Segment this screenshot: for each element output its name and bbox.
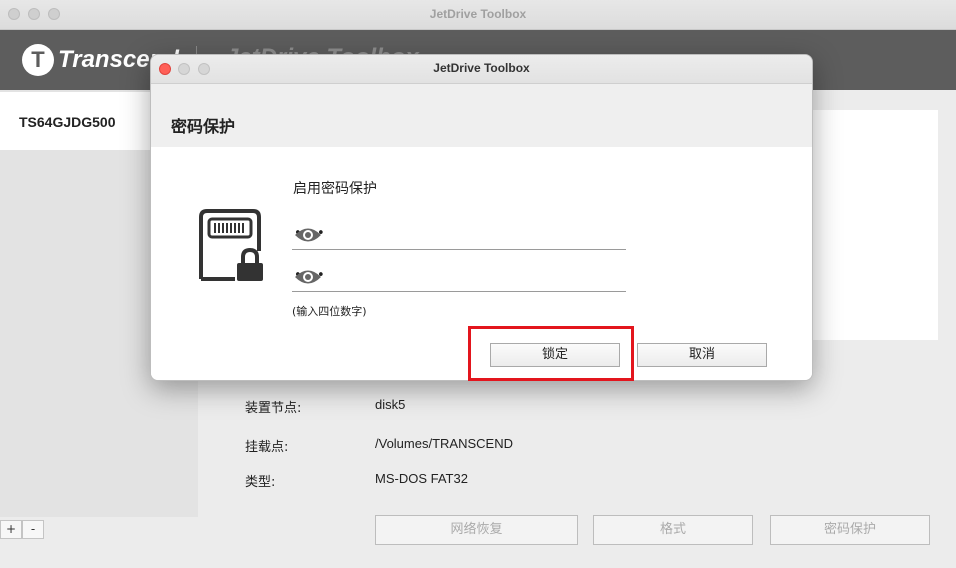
show-confirm-password-eye-icon[interactable]: [294, 268, 624, 290]
dialog-heading: 密码保护: [171, 117, 236, 136]
info-value-node: disk5: [375, 397, 406, 412]
remove-device-button[interactable]: -: [22, 520, 44, 539]
enable-password-label: 启用密码保护: [293, 181, 377, 197]
dialog-title: JetDrive Toolbox: [433, 61, 530, 75]
password-hint: (输入四位数字): [292, 305, 367, 318]
window-title: JetDrive Toolbox: [429, 7, 527, 21]
format-button[interactable]: 格式: [593, 515, 753, 545]
password-protect-button[interactable]: 密码保护: [770, 515, 930, 545]
device-name: TS64GJDG500: [19, 114, 116, 130]
password-field[interactable]: ••••: [292, 223, 626, 250]
info-label-type: 类型:: [245, 475, 276, 490]
info-label-node: 装置节点:: [245, 401, 302, 416]
info-value-mount: /Volumes/TRANSCEND: [375, 436, 513, 451]
confirm-password-field[interactable]: ••••: [292, 265, 626, 292]
add-device-button[interactable]: +: [0, 520, 22, 539]
lock-drive-icon: [195, 207, 267, 285]
cancel-button[interactable]: 取消: [637, 343, 767, 367]
window-titlebar: JetDrive Toolbox: [0, 0, 956, 30]
transcend-logo-icon: T: [22, 44, 54, 76]
highlight-box: [468, 326, 634, 381]
show-password-eye-icon[interactable]: [294, 226, 624, 248]
info-label-mount: 挂载点:: [245, 440, 289, 455]
info-value-type: MS-DOS FAT32: [375, 471, 468, 486]
info-panel: [810, 110, 938, 340]
network-recover-button[interactable]: 网络恢复: [375, 515, 578, 545]
dialog-titlebar: JetDrive Toolbox: [151, 55, 812, 84]
